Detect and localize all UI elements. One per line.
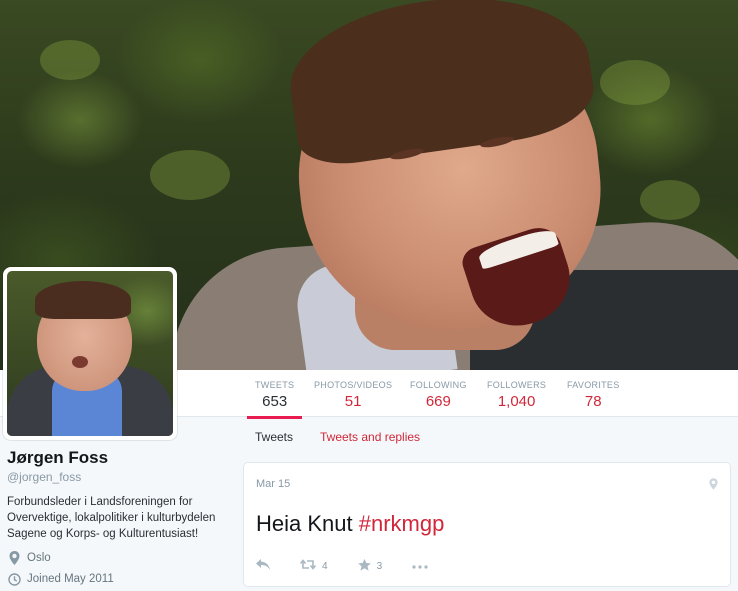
stat-following[interactable]: FOLLOWING 669 — [410, 380, 467, 410]
stat-favorites[interactable]: FAVORITES 78 — [567, 380, 620, 410]
tweet-date[interactable]: Mar 15 — [256, 478, 290, 490]
foliage-blob — [640, 180, 700, 220]
stat-value: 669 — [425, 393, 451, 410]
foliage-blob — [600, 60, 670, 105]
stat-label: FOLLOWERS — [487, 380, 547, 390]
timeline-tabs: Tweets Tweets and replies — [243, 418, 738, 456]
reply-button[interactable] — [256, 559, 270, 573]
tab-tweets-and-replies[interactable]: Tweets and replies — [320, 430, 420, 444]
profile-avatar[interactable] — [3, 267, 177, 440]
tweet-hashtag[interactable]: #nrkmgp — [359, 511, 445, 536]
stat-label: PHOTOS/VIDEOS — [314, 380, 393, 390]
stat-value: 78 — [584, 393, 602, 410]
avatar-photo — [7, 271, 173, 436]
profile-location: Oslo — [7, 551, 232, 565]
location-text: Oslo — [27, 552, 51, 564]
stat-value: 51 — [344, 393, 362, 410]
stat-label: FOLLOWING — [410, 380, 467, 390]
profile-joined: Joined May 2011 — [7, 572, 232, 586]
stat-label: FAVORITES — [567, 380, 620, 390]
stat-followers[interactable]: FOLLOWERS 1,040 — [487, 380, 546, 410]
profile-card: Jørgen Foss @jorgen_foss Forbundsleder i… — [7, 448, 232, 586]
favorite-button[interactable]: 3 — [357, 558, 383, 574]
avatar-hair — [35, 281, 131, 319]
tab-tweets[interactable]: Tweets — [255, 430, 293, 444]
stat-value: 1,040 — [497, 393, 536, 410]
favorite-count: 3 — [376, 560, 383, 572]
retweet-icon — [299, 559, 317, 573]
stat-tweets[interactable]: TWEETS 653 — [246, 380, 303, 419]
foliage-blob — [150, 150, 230, 200]
location-pin-icon[interactable] — [709, 477, 718, 495]
tweet-actions: 4 3 — [256, 558, 458, 574]
more-button[interactable] — [412, 561, 428, 572]
stat-photos-videos[interactable]: PHOTOS/VIDEOS 51 — [314, 380, 392, 410]
tweet-body: Heia Knut — [256, 511, 359, 536]
reply-icon — [256, 559, 270, 573]
profile-bio: Forbundsleder i Landsforeningen for Over… — [7, 496, 216, 540]
joined-text: Joined May 2011 — [27, 573, 114, 585]
profile-handle[interactable]: @jorgen_foss — [7, 470, 232, 484]
tweet-card[interactable]: Mar 15 Heia Knut #nrkmgp 4 3 — [243, 462, 731, 587]
stat-value: 653 — [262, 393, 288, 410]
calendar-icon — [7, 572, 21, 586]
foliage-blob — [40, 40, 100, 80]
avatar-mouth — [72, 356, 88, 368]
profile-name[interactable]: Jørgen Foss — [7, 448, 232, 468]
retweet-count: 4 — [322, 560, 328, 572]
retweet-button[interactable]: 4 — [299, 559, 328, 573]
location-pin-icon — [7, 551, 21, 565]
more-dots-icon — [412, 561, 428, 572]
profile-page: TWEETS 653 PHOTOS/VIDEOS 51 FOLLOWING 66… — [0, 0, 738, 591]
star-icon — [357, 558, 371, 574]
stat-label: TWEETS — [255, 380, 295, 390]
tweet-text: Heia Knut #nrkmgp — [256, 511, 444, 537]
